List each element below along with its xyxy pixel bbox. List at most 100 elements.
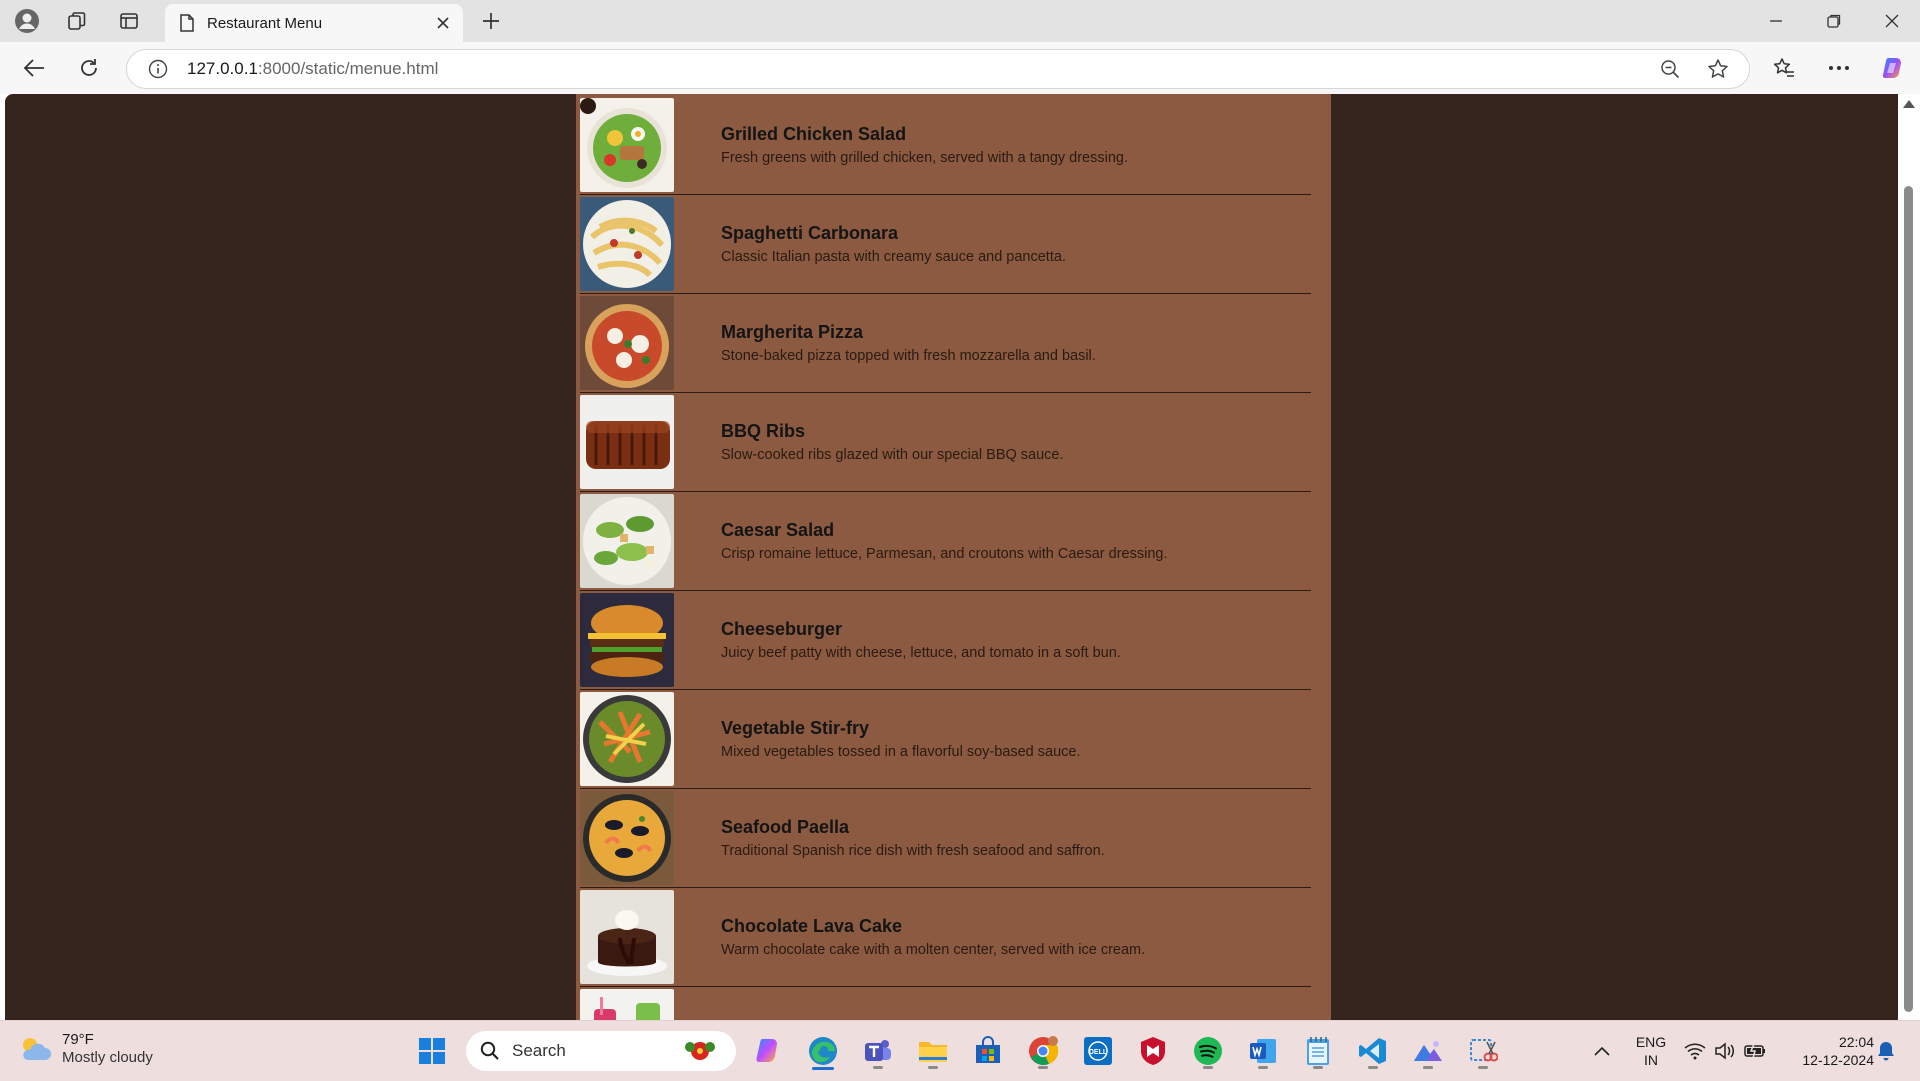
running-app-indicator	[1203, 1066, 1213, 1069]
menu-item: Seafood Paella Traditional Spanish rice d…	[580, 789, 1311, 888]
menu-item-image	[580, 791, 674, 885]
teams-icon[interactable]	[858, 1031, 898, 1071]
menu-item-text: Margherita Pizza Stone-baked pizza topped…	[721, 322, 1096, 364]
snipping-tool-icon[interactable]	[1463, 1031, 1503, 1071]
menu-item-name: Grilled Chicken Salad	[721, 124, 907, 144]
profile-icon[interactable]	[10, 5, 44, 37]
language-indicator[interactable]: ENG IN	[1626, 1033, 1676, 1069]
active-app-indicator	[812, 1067, 834, 1070]
scrollbar-thumb[interactable]	[1904, 186, 1913, 1012]
menu-item: Chocolate Lava Cake Warm chocolate cake w…	[580, 888, 1311, 987]
running-app-indicator	[1313, 1066, 1323, 1069]
menu-item-name: BBQ Ribs	[721, 421, 806, 441]
site-info-icon[interactable]	[145, 56, 171, 82]
close-tab-icon[interactable]	[429, 9, 457, 37]
running-app-indicator	[1368, 1066, 1378, 1069]
menu-item: Grilled Chicken Salad Fresh greens with g…	[580, 96, 1311, 195]
close-window-icon[interactable]	[1864, 0, 1920, 42]
minimize-icon[interactable]	[1748, 0, 1804, 42]
browser-tab-strip: Restaurant Menu	[0, 0, 1920, 42]
menu-item-text: Seafood Paella Traditional Spanish rice d…	[721, 817, 1105, 859]
tab-title: Restaurant Menu	[207, 14, 323, 32]
url-path: :8000/static/menue.html	[257, 59, 439, 78]
weather-temperature: 79°F	[62, 1031, 94, 1048]
url-text: 127.0.0.1:8000/static/menue.html	[187, 59, 1653, 79]
vertical-tabs-icon[interactable]	[112, 5, 146, 37]
copilot-icon[interactable]	[1876, 52, 1910, 84]
clock[interactable]: 22:04 12-12-2024	[1780, 1033, 1874, 1069]
menu-item-text: Vegetable Stir-fry Mixed vegetables tosse…	[721, 718, 1080, 760]
menu-item-image	[580, 494, 674, 588]
taskbar-search[interactable]: Search	[466, 1031, 736, 1071]
notepad-icon[interactable]	[1298, 1031, 1338, 1071]
menu-item-text: Grilled Chicken Salad Fresh greens with g…	[721, 124, 1128, 166]
more-menu-icon[interactable]	[1822, 52, 1856, 84]
dell-icon[interactable]: DELL	[1078, 1031, 1118, 1071]
zoom-out-icon[interactable]	[1653, 54, 1687, 84]
windows-taskbar: 79°F Mostly cloudy Search DELL ENG IN 22…	[0, 1020, 1920, 1081]
menu-item-description: Juicy beef patty with cheese, lettuce, a…	[721, 645, 1121, 661]
menu-item: Caesar Salad Crisp romaine lettuce, Parme…	[580, 492, 1311, 591]
menu-item-description: Slow-cooked ribs glazed with our special…	[721, 447, 1064, 463]
menu-item-description: Fresh greens with grilled chicken, serve…	[721, 150, 1128, 166]
url-host: 127.0.0.1	[187, 59, 258, 78]
photos-icon[interactable]	[1408, 1031, 1448, 1071]
region-code: IN	[1644, 1052, 1658, 1068]
weather-widget[interactable]: 79°F Mostly cloudy	[18, 1031, 153, 1067]
refresh-icon[interactable]	[72, 52, 106, 84]
clock-date: 12-12-2024	[1802, 1052, 1874, 1068]
word-icon[interactable]	[1243, 1031, 1283, 1071]
menu-item-image	[580, 296, 674, 390]
workspaces-icon[interactable]	[60, 5, 94, 37]
favorite-star-icon[interactable]	[1701, 54, 1735, 84]
mcafee-icon[interactable]	[1133, 1031, 1173, 1071]
edge-browser-icon[interactable]	[803, 1031, 843, 1071]
favorites-icon[interactable]	[1767, 52, 1801, 84]
system-tray-status[interactable]	[1677, 1031, 1773, 1071]
cloudy-weather-icon	[23, 1038, 51, 1060]
copilot-taskbar-icon[interactable]	[748, 1031, 788, 1071]
new-tab-icon[interactable]	[474, 5, 508, 37]
menu-item-image	[580, 890, 674, 984]
search-highlight-icon	[685, 1042, 715, 1060]
menu-item: Fresh Fruit Smoothie	[580, 987, 1311, 1020]
start-button[interactable]	[412, 1031, 452, 1071]
wifi-icon	[1684, 1043, 1706, 1060]
show-hidden-icons-chevron-icon[interactable]	[1582, 1031, 1622, 1071]
menu-item-name: Seafood Paella	[721, 817, 850, 837]
microsoft-store-icon[interactable]	[968, 1031, 1008, 1071]
back-icon[interactable]	[17, 52, 51, 84]
menu-item-text: Cheeseburger Juicy beef patty with cheese…	[721, 619, 1121, 661]
restore-icon[interactable]	[1806, 0, 1862, 42]
chrome-icon[interactable]	[1023, 1031, 1063, 1071]
menu-item-text: Spaghetti Carbonara Classic Italian pasta…	[721, 223, 1066, 265]
volume-icon	[1715, 1042, 1734, 1060]
menu-item-name: Margherita Pizza	[721, 322, 864, 342]
notifications-bell-icon[interactable]	[1866, 1031, 1906, 1071]
menu-item-text: BBQ Ribs Slow-cooked ribs glazed with our…	[721, 421, 1064, 463]
page-scrollbar[interactable]	[1898, 94, 1920, 1020]
running-app-indicator	[1423, 1066, 1433, 1069]
menu-item-text: Chocolate Lava Cake Warm chocolate cake w…	[721, 916, 1145, 958]
vscode-icon[interactable]	[1353, 1031, 1393, 1071]
tab-restaurant-menu[interactable]: Restaurant Menu	[165, 4, 463, 42]
search-label: Search	[512, 1041, 566, 1060]
browser-toolbar: 127.0.0.1:8000/static/menue.html	[0, 42, 1920, 94]
menu-item-name: Vegetable Stir-fry	[721, 718, 870, 738]
running-app-indicator	[1258, 1066, 1268, 1069]
page-icon	[177, 13, 197, 33]
language-code: ENG	[1635, 1034, 1667, 1050]
menu-item-description: Mixed vegetables tossed in a flavorful s…	[721, 744, 1081, 760]
battery-charging-icon	[1744, 1043, 1765, 1059]
menu-item: Margherita Pizza Stone-baked pizza topped…	[580, 294, 1311, 393]
menu-item-name: Chocolate Lava Cake	[721, 916, 903, 936]
menu-item-image	[580, 692, 674, 786]
spotify-icon[interactable]	[1188, 1031, 1228, 1071]
file-explorer-icon[interactable]	[913, 1031, 953, 1071]
page-viewport: Grilled Chicken Salad Fresh greens with g…	[5, 94, 1898, 1020]
menu-item-name: Caesar Salad	[721, 520, 835, 540]
address-bar[interactable]: 127.0.0.1:8000/static/menue.html	[126, 49, 1750, 89]
menu-item-image	[580, 593, 674, 687]
menu-item-name: Cheeseburger	[721, 619, 843, 639]
scroll-up-arrow-icon[interactable]	[1903, 100, 1915, 108]
